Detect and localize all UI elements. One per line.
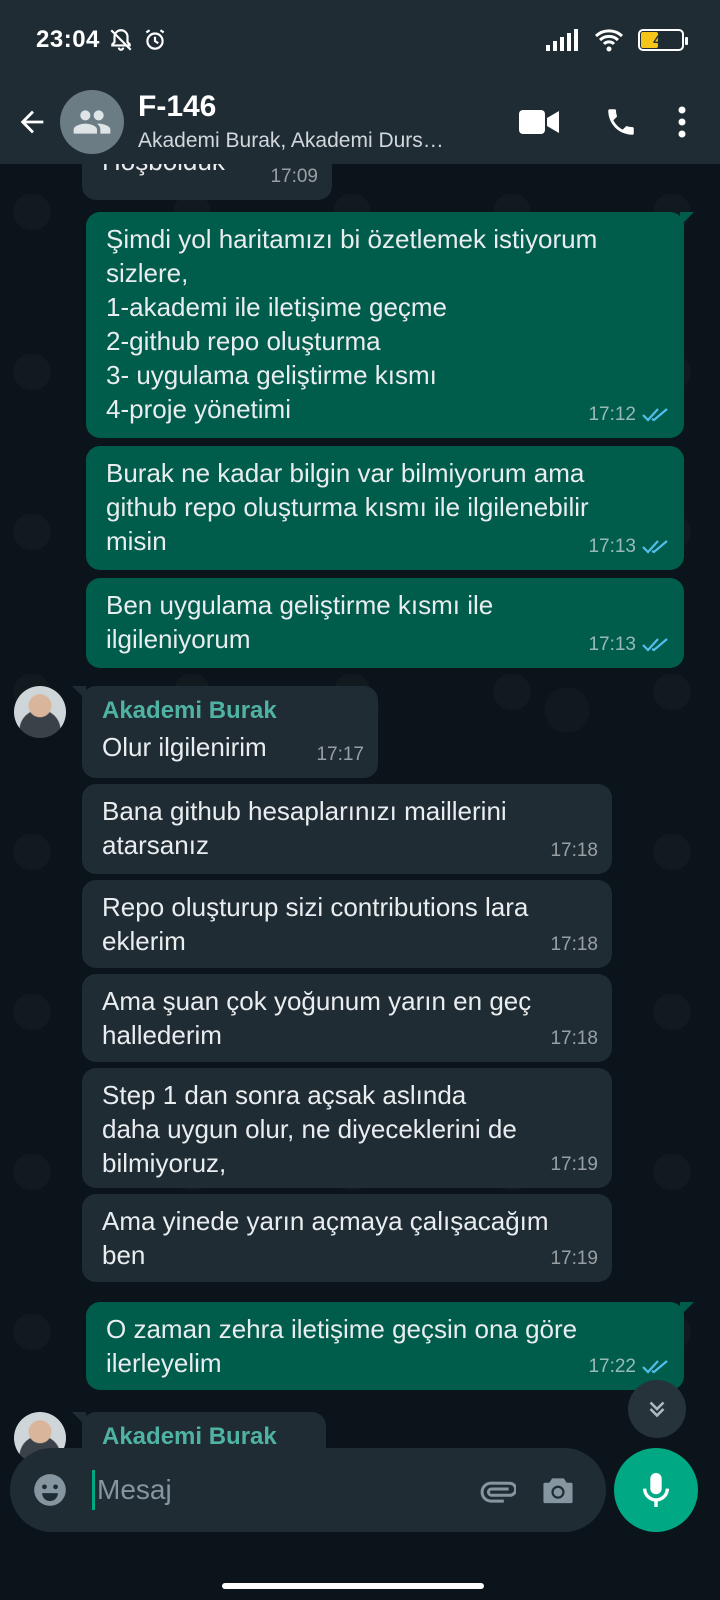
read-double-check-icon bbox=[642, 1360, 668, 1374]
chat-header: F-146 Akademi Burak, Akademi Durs… bbox=[0, 80, 720, 164]
message-text: Step 1 dan sonra açsak aslında daha uygu… bbox=[102, 1080, 517, 1178]
message-bubble-incoming[interactable]: Hoşboldük 17:09 bbox=[82, 164, 332, 200]
message-bubble-incoming[interactable]: Bana github hesaplarınızı maillerini ata… bbox=[82, 784, 612, 874]
battery-level: 40 bbox=[653, 32, 669, 48]
message-bubble-incoming[interactable]: Akademi Burak Olur ilgilenirim 17:17 bbox=[72, 686, 378, 778]
chat-participants: Akademi Burak, Akademi Durs… bbox=[138, 129, 444, 152]
chat-title-block[interactable]: F-146 Akademi Burak, Akademi Durs… bbox=[138, 89, 478, 155]
message-text: Repo oluşturup sizi contributions lara e… bbox=[102, 892, 529, 956]
message-time: 17:13 bbox=[588, 536, 636, 557]
group-avatar[interactable] bbox=[60, 90, 124, 154]
message-time: 17:09 bbox=[270, 166, 318, 187]
message-text: Bana github hesaplarınızı maillerini ata… bbox=[102, 796, 507, 860]
message-time: 17:22 bbox=[588, 1356, 636, 1377]
status-bar: 23:04 40 bbox=[0, 0, 720, 80]
more-vert-icon bbox=[678, 106, 686, 138]
back-button[interactable] bbox=[6, 80, 58, 164]
message-composer bbox=[10, 1448, 606, 1532]
phone-call-icon bbox=[608, 109, 634, 135]
message-time: 17:17 bbox=[316, 744, 364, 765]
message-time: 17:18 bbox=[550, 1028, 598, 1049]
message-time: 17:18 bbox=[550, 934, 598, 955]
message-bubble-incoming[interactable]: Ama şuan çok yoğunum yarın en geç halled… bbox=[82, 974, 612, 1062]
message-bubble-outgoing[interactable]: O zaman zehra iletişime geçsin ona göre … bbox=[86, 1302, 694, 1390]
message-time: 17:18 bbox=[550, 840, 598, 861]
voice-record-button[interactable] bbox=[614, 1448, 698, 1532]
message-time: 17:19 bbox=[550, 1154, 598, 1175]
status-time: 23:04 bbox=[36, 26, 100, 53]
camera-button[interactable] bbox=[528, 1448, 588, 1532]
member-avatar[interactable] bbox=[14, 686, 66, 738]
wifi-icon bbox=[594, 29, 624, 52]
camera-icon bbox=[543, 1478, 573, 1504]
double-chevron-down-icon bbox=[649, 1401, 665, 1418]
video-call-button[interactable] bbox=[498, 80, 580, 164]
video-call-icon bbox=[519, 110, 559, 134]
attach-paperclip-icon bbox=[480, 1481, 516, 1503]
group-icon bbox=[73, 110, 111, 134]
message-bubble-outgoing[interactable]: Ben uygulama geliştirme kısmı ile ilgile… bbox=[86, 578, 684, 668]
dnd-bell-off-icon bbox=[110, 29, 132, 51]
message-bubble-incoming[interactable]: Repo oluşturup sizi contributions lara e… bbox=[82, 880, 612, 968]
voice-call-button[interactable] bbox=[580, 80, 662, 164]
message-text: Şimdi yol haritamızı bi özetlemek istiyo… bbox=[106, 224, 598, 424]
message-text: Ben uygulama geliştirme kısmı ile ilgile… bbox=[106, 590, 494, 654]
message-text: Ama şuan çok yoğunum yarın en geç halled… bbox=[102, 986, 532, 1050]
alarm-icon bbox=[145, 29, 165, 50]
message-bubble-incoming[interactable]: Ama yinede yarın açmaya çalışacağım ben … bbox=[82, 1194, 612, 1282]
back-arrow-icon bbox=[20, 110, 44, 134]
signal-icon bbox=[546, 29, 578, 51]
attach-button[interactable] bbox=[468, 1448, 528, 1532]
message-bubble-incoming[interactable]: Step 1 dan sonra açsak aslında daha uygu… bbox=[82, 1068, 612, 1188]
sender-name[interactable]: Akademi Burak bbox=[102, 696, 360, 726]
read-double-check-icon bbox=[642, 638, 668, 652]
home-indicator[interactable] bbox=[222, 1583, 484, 1589]
emoji-button[interactable] bbox=[18, 1448, 82, 1532]
emoji-icon bbox=[34, 1474, 66, 1506]
chat-title: F-146 bbox=[138, 90, 217, 123]
message-list[interactable]: Hoşboldük 17:09 Şimdi yol haritamızı bi … bbox=[0, 164, 720, 1472]
read-double-check-icon bbox=[642, 540, 668, 554]
message-time: 17:13 bbox=[588, 634, 636, 655]
message-time: 17:12 bbox=[588, 404, 636, 425]
battery-icon: 40 bbox=[638, 29, 688, 51]
message-text: Ama yinede yarın açmaya çalışacağım ben bbox=[102, 1206, 549, 1270]
message-time: 17:19 bbox=[550, 1248, 598, 1269]
message-bubble-outgoing[interactable]: Şimdi yol haritamızı bi özetlemek istiyo… bbox=[86, 212, 694, 438]
message-text: O zaman zehra iletişime geçsin ona göre … bbox=[106, 1314, 578, 1378]
message-text: Burak ne kadar bilgin var bilmiyorum ama… bbox=[106, 458, 589, 556]
mic-icon bbox=[642, 1473, 670, 1507]
scroll-to-bottom-button[interactable] bbox=[628, 1380, 686, 1438]
message-input[interactable] bbox=[97, 1474, 457, 1506]
more-options-button[interactable] bbox=[662, 80, 702, 164]
message-bubble-outgoing[interactable]: Burak ne kadar bilgin var bilmiyorum ama… bbox=[86, 446, 684, 570]
read-double-check-icon bbox=[642, 408, 668, 422]
